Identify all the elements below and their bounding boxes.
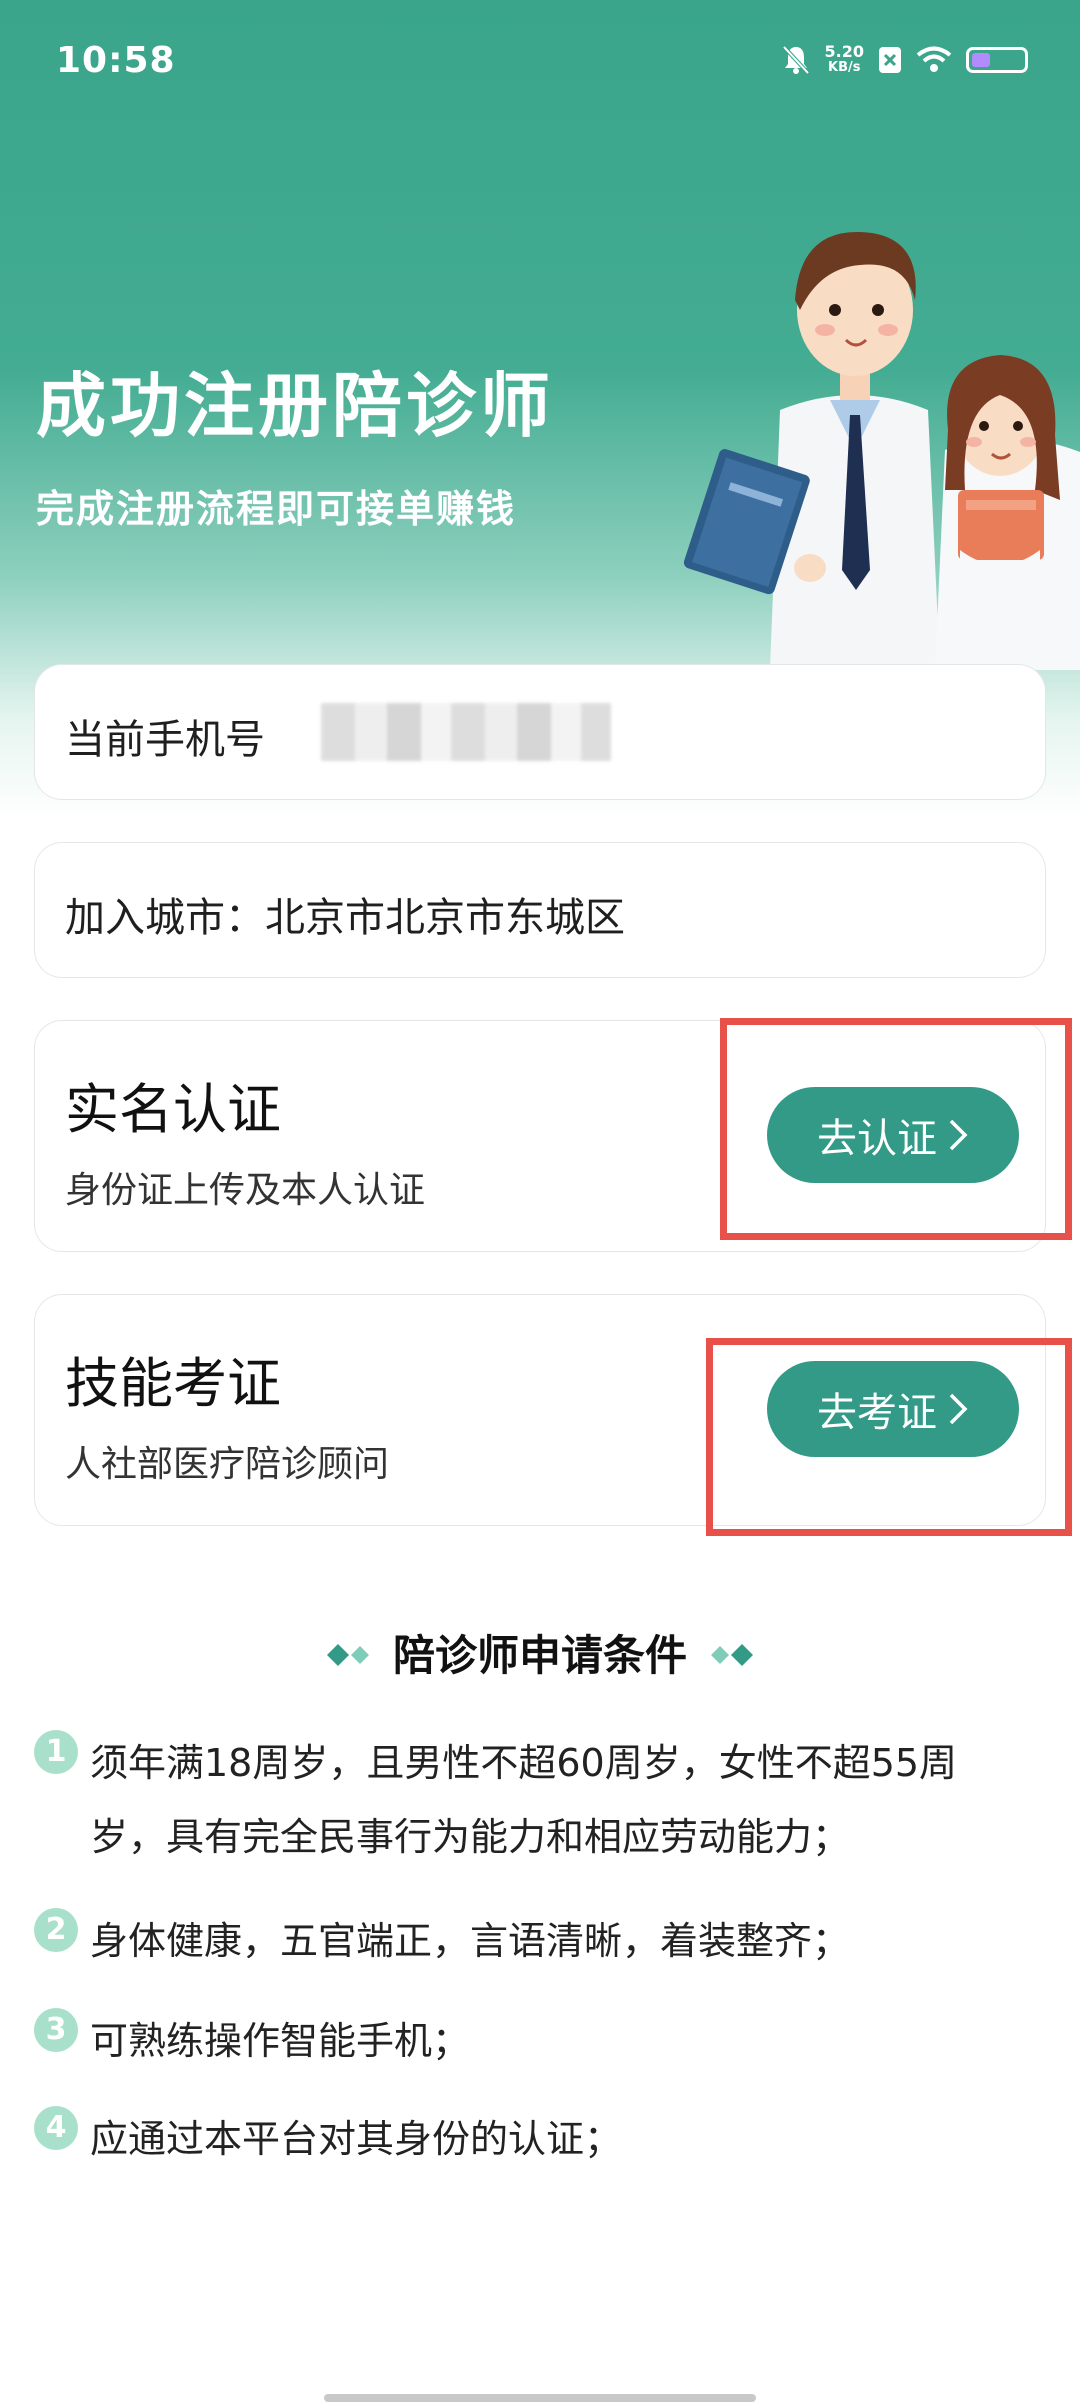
status-time: 10:58 bbox=[56, 40, 176, 81]
diamond-decoration-icon bbox=[326, 1643, 369, 1666]
hero-subtitle: 完成注册流程即可接单赚钱 bbox=[36, 487, 517, 531]
skill-subtitle: 人社部医疗陪诊顾问 bbox=[65, 1444, 390, 1485]
skill-title: 技能考证 bbox=[65, 1352, 281, 1415]
phone-number-redacted bbox=[321, 703, 611, 761]
condition-number-badge: 1 bbox=[34, 1730, 78, 1774]
network-speed: 5.20 KB/s bbox=[825, 44, 864, 76]
diamond-decoration-icon bbox=[711, 1643, 753, 1666]
doctors-illustration bbox=[683, 231, 1080, 670]
condition-item: 3 可熟练操作智能手机； bbox=[34, 2004, 1044, 2078]
status-bar: 10:58 5.20 KB/s bbox=[0, 0, 1080, 130]
condition-text: 身体健康，五官端正，言语清晰，着装整齐； bbox=[90, 1919, 851, 1963]
condition-number-badge: 4 bbox=[34, 2106, 78, 2150]
condition-line: 岁，具有完全民事行为能力和相应劳动能力； bbox=[90, 1815, 851, 1859]
network-speed-value: 5.20 bbox=[824, 42, 864, 61]
city-text: 加入城市：北京市北京市东城区 bbox=[65, 895, 625, 941]
highlight-box-exam bbox=[706, 1338, 1072, 1536]
network-speed-unit: KB/s bbox=[828, 60, 861, 75]
condition-number-badge: 2 bbox=[34, 1908, 78, 1952]
condition-item: 2 身体健康，五官端正，言语清晰，着装整齐； bbox=[34, 1904, 1044, 1978]
sim-x-icon bbox=[879, 47, 901, 73]
wifi-icon bbox=[916, 46, 952, 72]
battery-icon bbox=[966, 47, 1028, 73]
realname-subtitle: 身份证上传及本人认证 bbox=[65, 1170, 426, 1211]
conditions-title: 陪诊师申请条件 bbox=[392, 1631, 687, 1680]
status-icons: 5.20 KB/s bbox=[781, 44, 1028, 76]
phone-label: 当前手机号 bbox=[65, 717, 265, 763]
condition-line: 须年满18周岁，且男性不超60周岁，女性不超55周 bbox=[90, 1741, 958, 1785]
city-card: 加入城市：北京市北京市东城区 bbox=[34, 842, 1046, 978]
realname-title: 实名认证 bbox=[65, 1078, 281, 1141]
condition-text: 应通过本平台对其身份的认证； bbox=[90, 2117, 623, 2161]
phone-card: 当前手机号 bbox=[34, 664, 1046, 800]
hero-title: 成功注册陪诊师 bbox=[36, 365, 554, 447]
condition-item: 4 应通过本平台对其身份的认证； bbox=[34, 2102, 1044, 2176]
highlight-box-verify bbox=[720, 1018, 1072, 1240]
condition-number-badge: 3 bbox=[34, 2008, 78, 2052]
condition-text: 可熟练操作智能手机； bbox=[90, 2019, 471, 2063]
condition-item: 1 须年满18周岁，且男性不超60周岁，女性不超55周 岁，具有完全民事行为能力… bbox=[34, 1726, 1044, 1874]
mute-bell-icon bbox=[782, 45, 809, 75]
home-indicator[interactable] bbox=[324, 2394, 756, 2402]
conditions-heading: 陪诊师申请条件 bbox=[0, 1622, 1080, 1683]
condition-text: 须年满18周岁，且男性不超60周岁，女性不超55周 岁，具有完全民事行为能力和相… bbox=[90, 1726, 1044, 1874]
